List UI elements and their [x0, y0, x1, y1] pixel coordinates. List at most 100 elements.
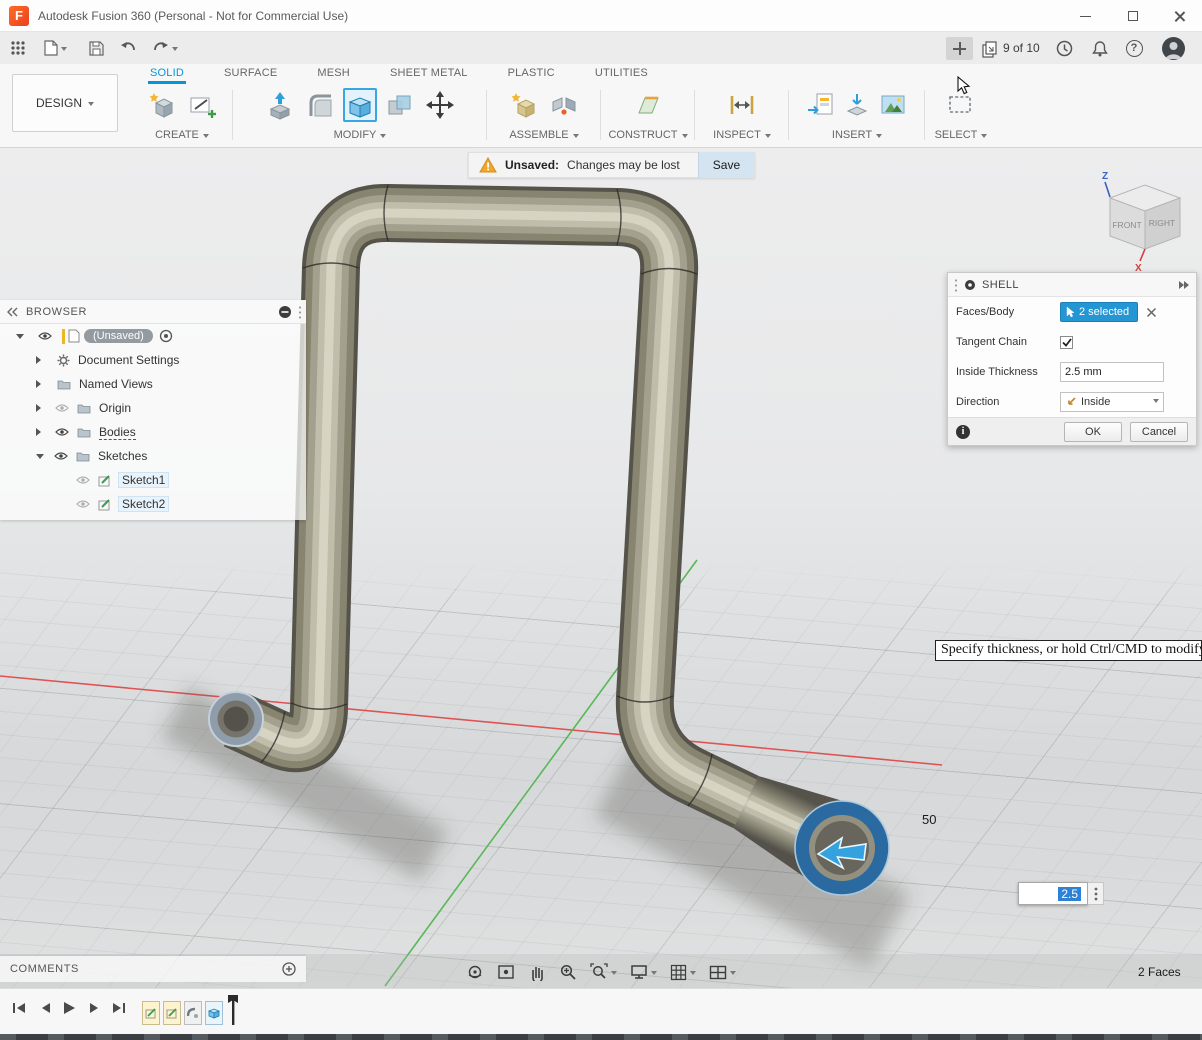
pipe-left-end-face[interactable]	[209, 692, 263, 746]
timeline-shell-icon[interactable]	[205, 1001, 223, 1025]
measure-icon[interactable]	[725, 88, 759, 122]
undo-icon[interactable]	[116, 36, 140, 60]
folder-icon	[57, 379, 71, 390]
expand-icon[interactable]	[36, 404, 45, 412]
viewports-icon[interactable]	[709, 965, 736, 980]
direction-dropdown[interactable]: Inside	[1060, 392, 1164, 412]
visibility-eye-off-icon[interactable]	[76, 499, 90, 509]
shell-dialog-header[interactable]: SHELL	[948, 273, 1196, 297]
warning-label: Unsaved:	[505, 158, 559, 172]
timeline-go-to-start-icon[interactable]	[8, 997, 30, 1019]
move-copy-icon[interactable]	[423, 88, 457, 122]
viewcube-z-label: Z	[1102, 171, 1108, 182]
tangent-chain-checkbox[interactable]	[1060, 336, 1073, 349]
grid-snap-icon[interactable]	[670, 964, 696, 981]
visibility-eye-off-icon[interactable]	[55, 403, 69, 413]
timeline-sketch1-icon[interactable]	[142, 1001, 160, 1025]
tab-plastic[interactable]: PLASTIC	[506, 64, 557, 81]
zoom-icon[interactable]	[559, 963, 577, 981]
timeline-sweep-icon[interactable]	[184, 1001, 202, 1025]
tab-solid[interactable]: SOLID	[148, 64, 186, 84]
input-options-icon[interactable]	[1088, 882, 1104, 905]
extensions-icon[interactable]	[978, 37, 1002, 61]
expand-icon[interactable]	[36, 380, 45, 388]
x-axis-line	[0, 676, 942, 765]
timeline-go-to-end-icon[interactable]	[108, 997, 130, 1019]
shell-tool-icon[interactable]	[343, 88, 377, 122]
redo-icon[interactable]	[148, 36, 182, 60]
timeline-step-forward-icon[interactable]	[84, 997, 106, 1019]
joint-icon[interactable]	[547, 88, 581, 122]
info-icon[interactable]: i	[956, 425, 970, 439]
expand-icon[interactable]	[36, 356, 45, 364]
combine-icon[interactable]	[383, 88, 417, 122]
orbit-icon[interactable]	[466, 963, 484, 981]
group-select: SELECT	[928, 88, 994, 146]
tab-sheet-metal[interactable]: SHEET METAL	[388, 64, 470, 81]
tab-utilities[interactable]: UTILITIES	[593, 64, 650, 81]
tree-row-bodies[interactable]: Bodies	[0, 420, 306, 444]
save-document-button[interactable]: Save	[698, 152, 754, 178]
expand-icon[interactable]	[16, 334, 24, 343]
clear-selection-icon[interactable]	[1146, 307, 1157, 318]
new-solid-icon[interactable]	[145, 88, 179, 122]
timeline-marker[interactable]	[226, 995, 240, 1025]
minimize-button[interactable]	[1064, 0, 1106, 32]
expand-icon[interactable]	[36, 428, 45, 436]
tab-mesh[interactable]: MESH	[315, 64, 352, 81]
thickness-value-input[interactable]: 2.5	[1018, 882, 1088, 905]
expand-icon[interactable]	[36, 454, 44, 463]
press-pull-icon[interactable]	[263, 88, 297, 122]
dialog-grip[interactable]	[954, 278, 958, 292]
help-icon[interactable]: ?	[1122, 36, 1146, 60]
visibility-eye-icon[interactable]	[54, 451, 68, 461]
file-menu-icon[interactable]	[38, 36, 72, 60]
pipe-body[interactable]	[236, 213, 746, 802]
panel-grip[interactable]	[298, 305, 302, 319]
tree-row-document-settings[interactable]: Document Settings	[0, 348, 306, 372]
insert-mesh-icon[interactable]	[842, 88, 872, 122]
app-grid-menu-icon[interactable]	[6, 36, 30, 60]
tree-row-sketches[interactable]: Sketches	[0, 444, 306, 468]
new-tab-button[interactable]	[946, 37, 973, 60]
look-at-icon[interactable]	[497, 963, 515, 981]
visibility-eye-off-icon[interactable]	[76, 475, 90, 485]
construction-plane-icon[interactable]	[631, 88, 665, 122]
visibility-eye-icon[interactable]	[55, 427, 69, 437]
cancel-button[interactable]: Cancel	[1130, 422, 1188, 442]
tree-row-document[interactable]: (Unsaved)	[0, 324, 306, 348]
tree-row-named-views[interactable]: Named Views	[0, 372, 306, 396]
save-icon[interactable]	[84, 36, 108, 60]
fillet-icon[interactable]	[303, 88, 337, 122]
inside-thickness-input[interactable]	[1060, 362, 1164, 382]
job-status-clock-icon[interactable]	[1052, 36, 1076, 60]
timeline-step-back-icon[interactable]	[34, 997, 56, 1019]
tree-row-origin[interactable]: Origin	[0, 396, 306, 420]
create-sketch-icon[interactable]	[185, 88, 219, 122]
timeline-sketch2-icon[interactable]	[163, 1001, 181, 1025]
notifications-bell-icon[interactable]	[1088, 36, 1112, 60]
tree-row-sketch1[interactable]: Sketch1	[0, 468, 306, 492]
close-button[interactable]	[1158, 0, 1200, 32]
pan-icon[interactable]	[528, 963, 546, 981]
canvas-image-icon[interactable]	[878, 88, 908, 122]
tab-surface[interactable]: SURFACE	[222, 64, 279, 81]
new-component-icon[interactable]	[507, 88, 541, 122]
ok-button[interactable]: OK	[1064, 422, 1122, 442]
display-settings-icon[interactable]	[630, 964, 657, 980]
workspace-selector[interactable]: DESIGN	[12, 74, 118, 132]
model-viewport[interactable]: Z FRONT RIGHT X Unsaved: Changes may be …	[0, 148, 1202, 988]
browser-minimize-icon[interactable]	[278, 305, 292, 319]
insert-svg-icon[interactable]	[806, 88, 836, 122]
activate-radio-icon[interactable]	[159, 329, 173, 343]
visibility-eye-icon[interactable]	[38, 331, 52, 341]
timeline-play-icon[interactable]	[58, 997, 80, 1019]
user-avatar[interactable]	[1162, 37, 1185, 60]
expand-dialog-icon[interactable]	[1178, 280, 1190, 290]
collapse-panel-icon[interactable]	[6, 307, 18, 317]
tree-row-sketch2[interactable]: Sketch2	[0, 492, 306, 516]
maximize-button[interactable]	[1112, 0, 1154, 32]
view-cube[interactable]: Z FRONT RIGHT X	[1080, 165, 1200, 275]
faces-selected-button[interactable]: 2 selected	[1060, 302, 1138, 322]
fit-icon[interactable]	[590, 963, 617, 981]
